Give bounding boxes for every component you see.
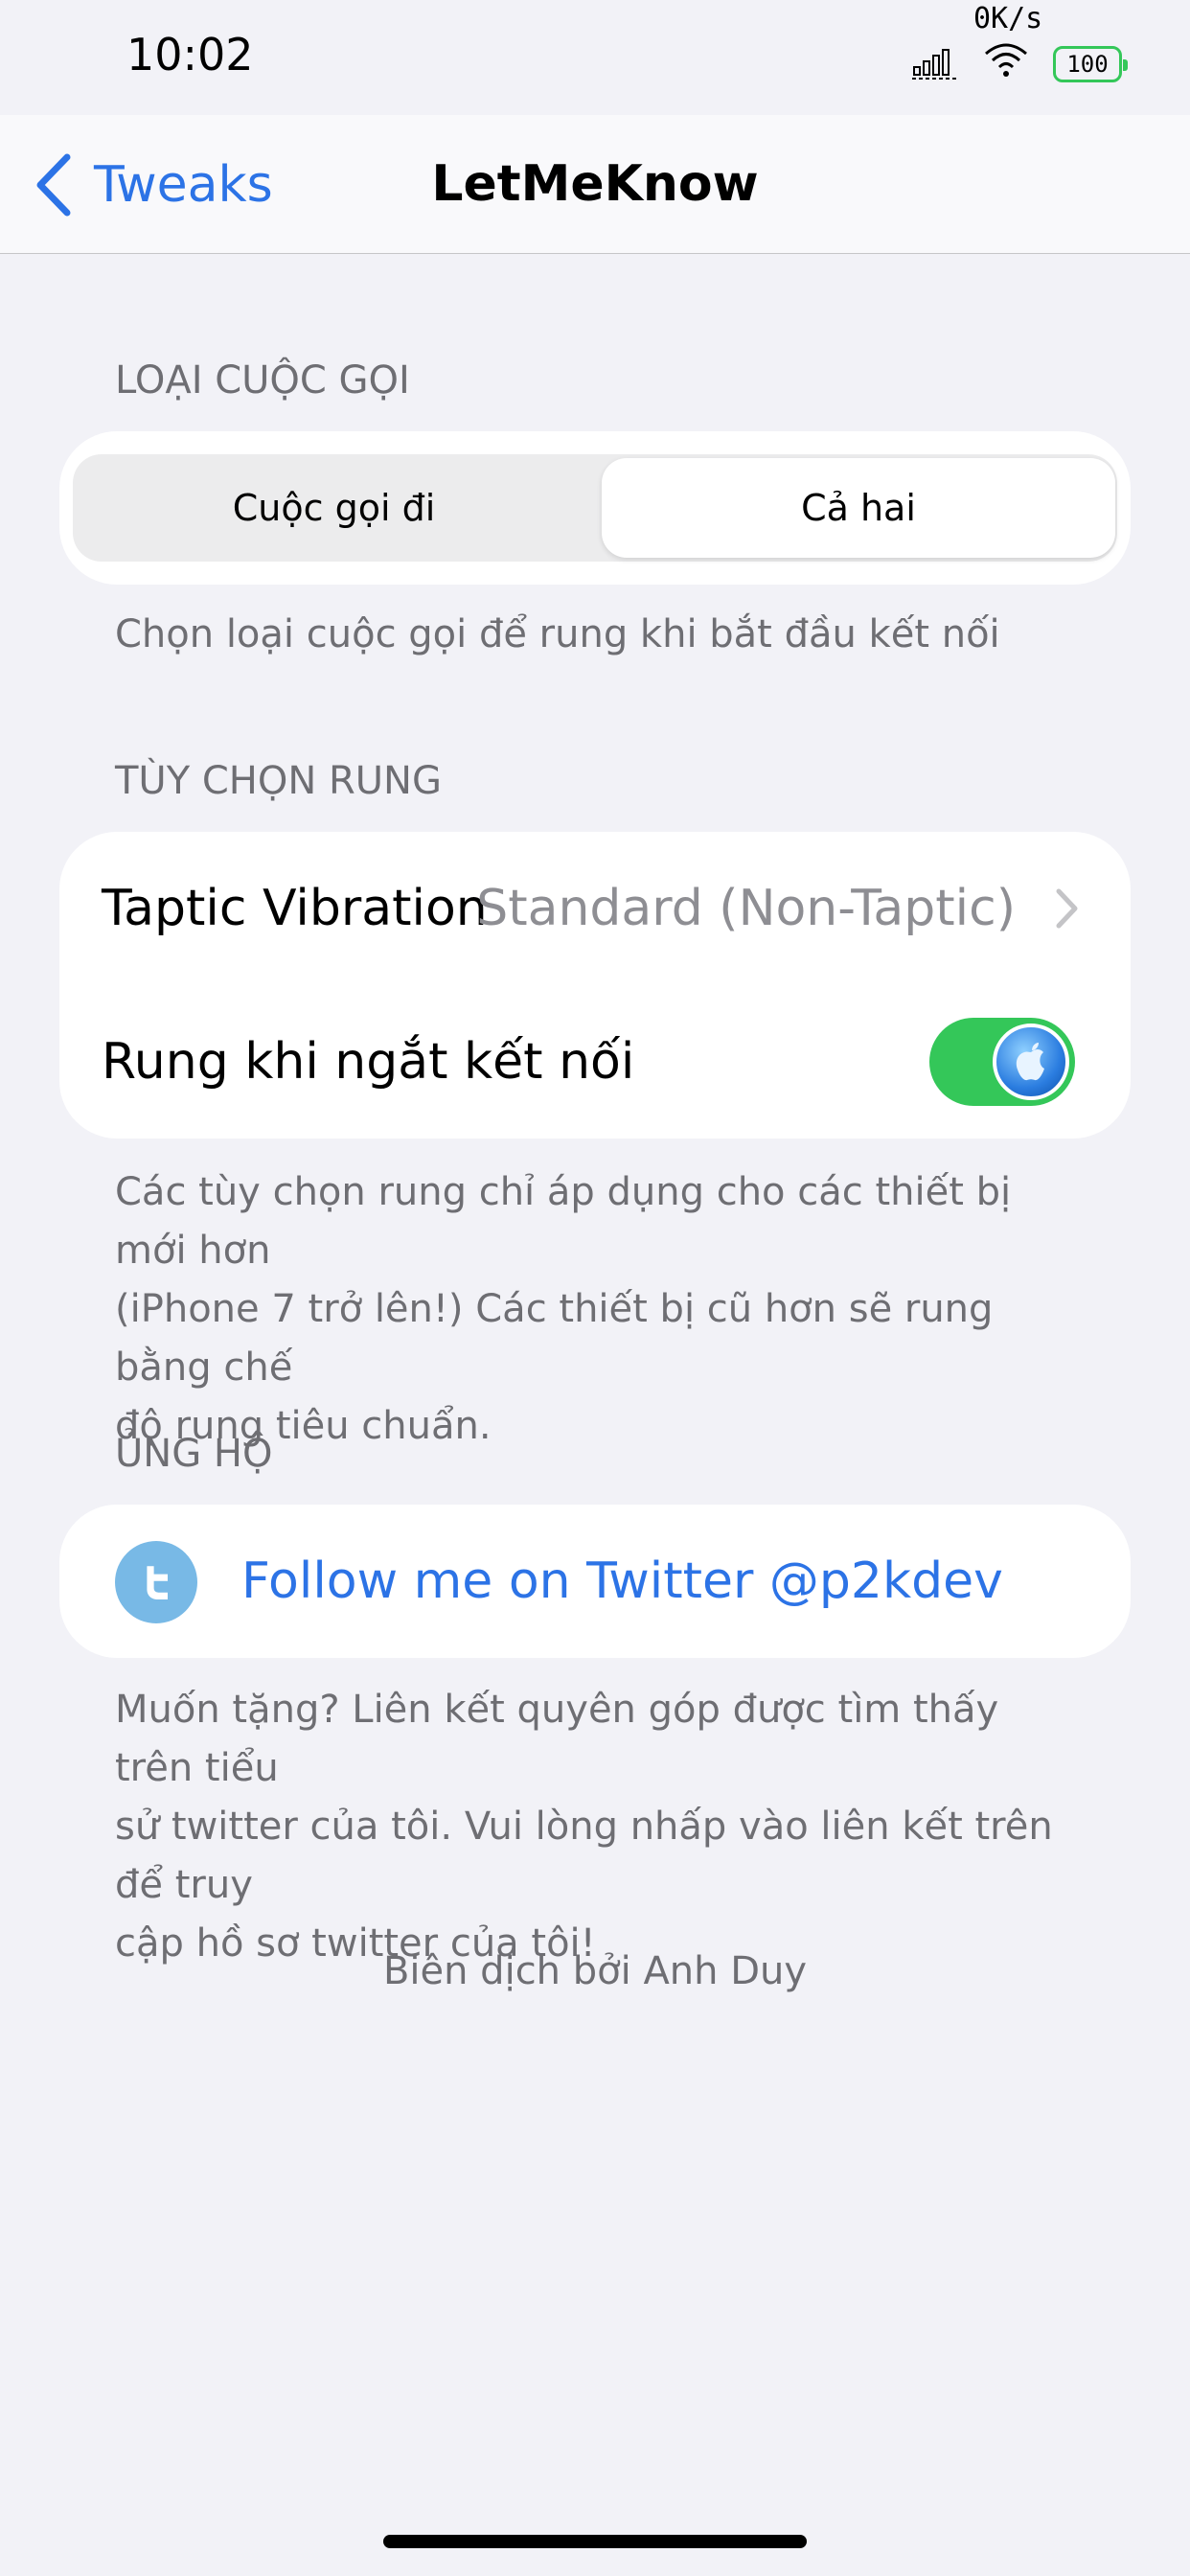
- vibration-footer-line: Các tùy chọn rung chỉ áp dụng cho các th…: [115, 1170, 1012, 1273]
- chevron-right-icon: [1056, 888, 1078, 929]
- wifi-icon: [985, 43, 1027, 77]
- call-type-segmented-control: Cuộc gọi đi Cả hai: [73, 454, 1117, 562]
- vibration-header: TÙY CHỌN RUNG: [115, 759, 442, 803]
- page-title: LetMeKnow: [431, 155, 759, 213]
- taptic-value: Standard (Non-Taptic): [476, 880, 1016, 937]
- support-footer-line: Muốn tặng? Liên kết quyên góp được tìm t…: [115, 1688, 999, 1790]
- twitter-icon: [115, 1541, 197, 1623]
- taptic-vibration-row[interactable]: Taptic Vibration Standard (Non-Taptic): [59, 832, 1131, 985]
- disconnect-vibration-row: Rung khi ngắt kết nối: [59, 985, 1131, 1138]
- cellular-signal-icon: [912, 49, 958, 80]
- vibration-footer-line: (iPhone 7 trở lên!) Các thiết bị cũ hơn …: [115, 1287, 994, 1390]
- network-speed: 0K/s: [973, 2, 1043, 35]
- taptic-label: Taptic Vibration: [102, 880, 488, 937]
- disconnect-toggle[interactable]: [929, 1018, 1075, 1106]
- battery-icon: 100: [1053, 46, 1128, 82]
- translation-credit: Biên dịch bởi Anh Duy: [382, 1949, 808, 1993]
- navigation-bar: Tweaks LetMeKnow: [0, 115, 1190, 254]
- segment-both[interactable]: Cả hai: [602, 458, 1115, 558]
- call-type-footer: Chọn loại cuộc gọi để rung khi bắt đầu k…: [115, 612, 1000, 656]
- segment-outgoing[interactable]: Cuộc gọi đi: [73, 454, 595, 562]
- support-header: ỦNG HỘ: [115, 1432, 273, 1476]
- vibration-footer: Các tùy chọn rung chỉ áp dụng cho các th…: [115, 1163, 1083, 1456]
- disconnect-label: Rung khi ngắt kết nối: [102, 1033, 635, 1091]
- call-type-header: LOẠI CUỘC GỌI: [115, 358, 410, 402]
- support-footer: Muốn tặng? Liên kết quyên góp được tìm t…: [115, 1681, 1083, 1973]
- vibration-card: Taptic Vibration Standard (Non-Taptic) R…: [59, 832, 1131, 1138]
- twitter-row[interactable]: Follow me on Twitter @p2kdev: [59, 1505, 1131, 1658]
- home-indicator[interactable]: [383, 2535, 807, 2548]
- status-bar: 10:02 0K/s 100: [0, 0, 1190, 115]
- status-time: 10:02: [126, 29, 254, 80]
- twitter-link[interactable]: Follow me on Twitter @p2kdev: [241, 1552, 1003, 1610]
- support-footer-line: sử twitter của tôi. Vui lòng nhấp vào li…: [115, 1805, 1053, 1907]
- apple-logo-icon: [993, 1024, 1069, 1100]
